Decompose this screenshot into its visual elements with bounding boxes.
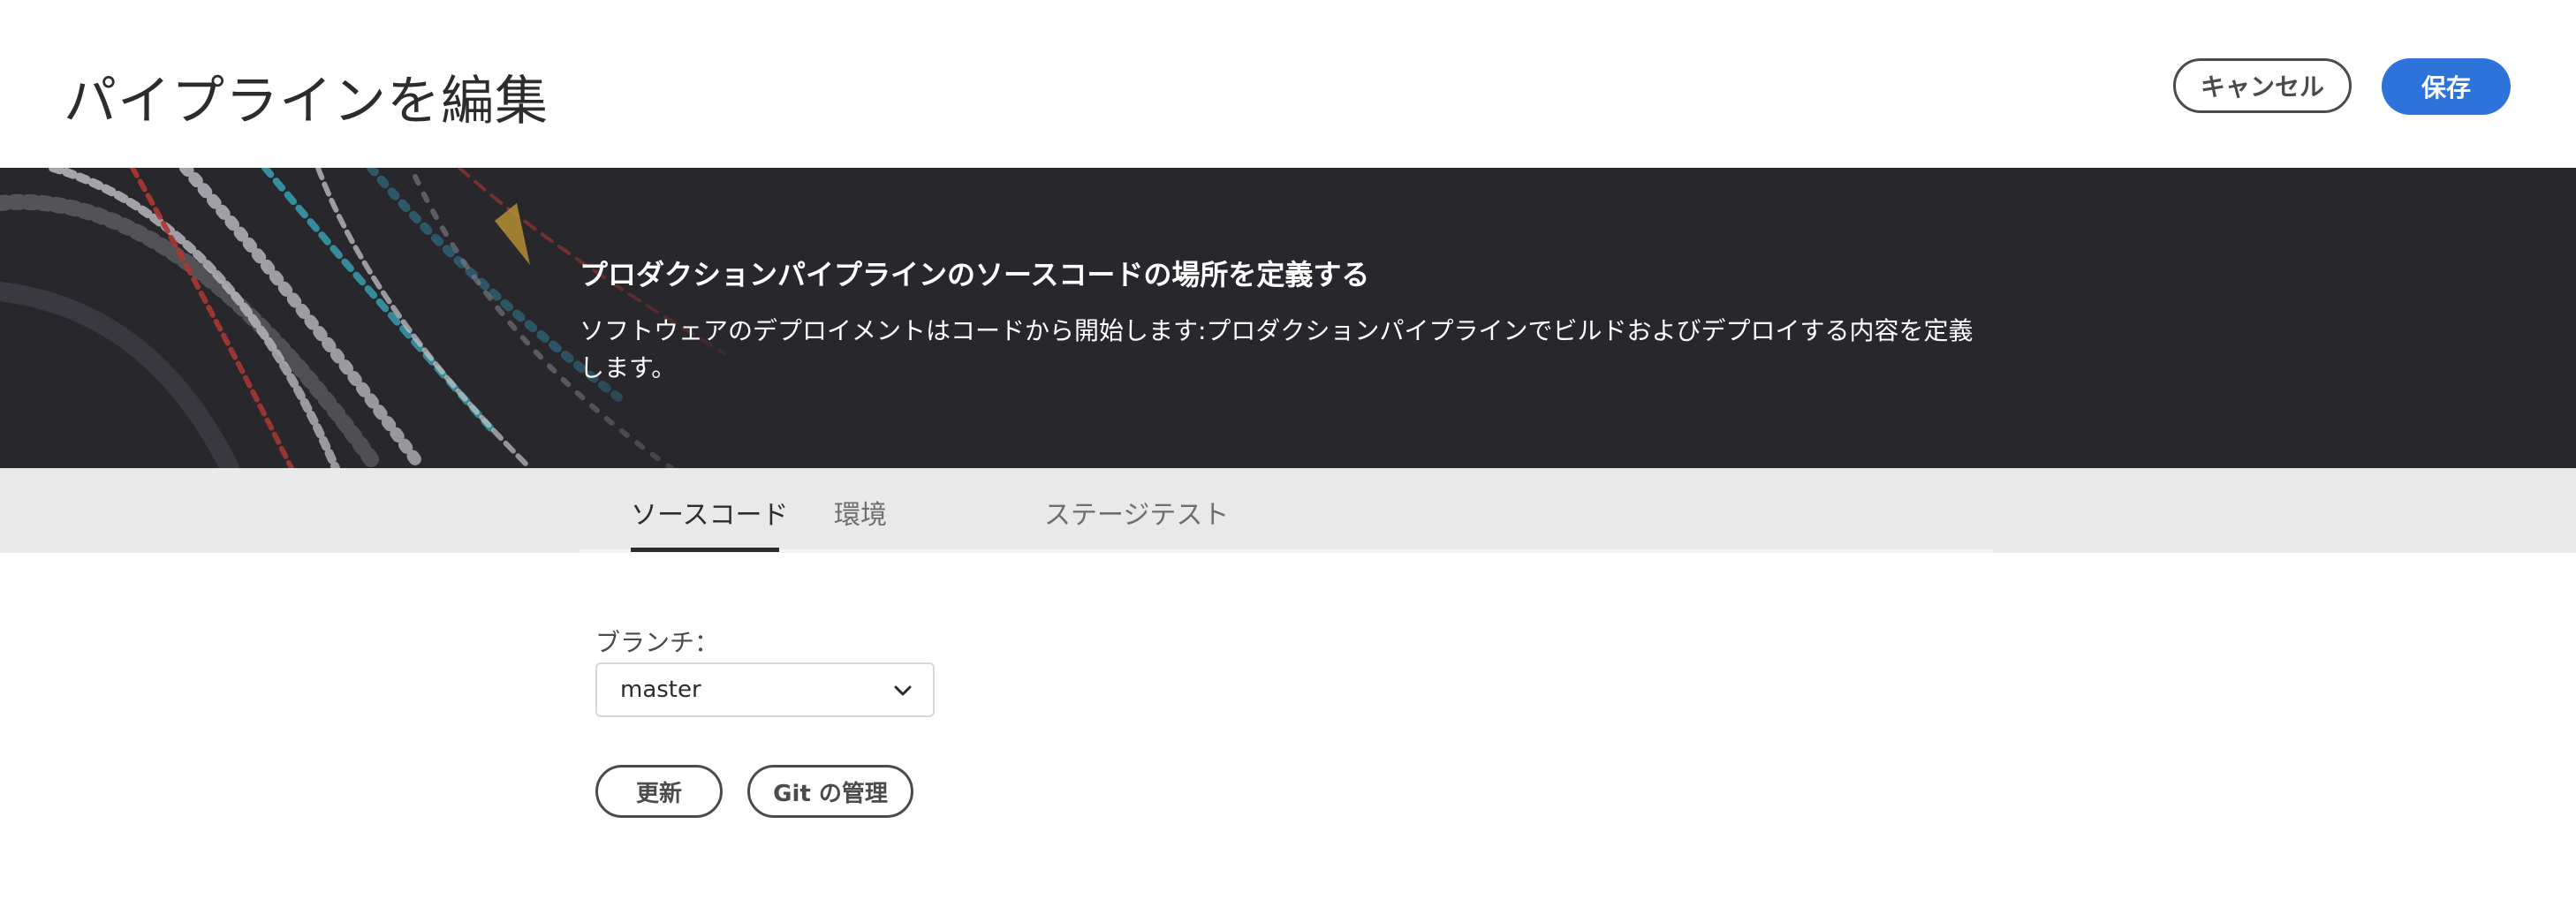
tab-environment[interactable]: 環境 <box>834 493 887 532</box>
tab-stage-test[interactable]: ステージテスト <box>1044 493 1229 532</box>
branch-select-value: master <box>620 677 701 703</box>
manage-git-button[interactable]: Git の管理 <box>747 765 913 818</box>
tab-bar: ソースコード 環境 ステージテスト <box>0 468 2576 553</box>
hero-title: プロダクションパイプラインのソースコードの場所を定義する <box>580 258 1370 291</box>
chevron-down-icon <box>894 685 912 696</box>
hero-description: ソフトウェアのデプロイメントはコードから開始します:プロダクションパイプラインで… <box>580 316 1974 382</box>
branch-select[interactable]: master <box>595 662 935 717</box>
cancel-button[interactable]: キャンセル <box>2173 58 2352 113</box>
page-header: パイプラインを編集 キャンセル 保存 <box>0 0 2576 168</box>
tab-bar-divider <box>580 549 1993 553</box>
save-button[interactable]: 保存 <box>2382 58 2511 115</box>
tab-source-code[interactable]: ソースコード <box>631 493 789 532</box>
active-tab-indicator <box>631 548 779 552</box>
refresh-button[interactable]: 更新 <box>595 765 723 818</box>
edit-pipeline-page: パイプラインを編集 キャンセル 保存 プロダクションパイプラインのソースコードの… <box>0 0 2576 915</box>
branch-label: ブランチ： <box>595 628 720 657</box>
hero-banner: プロダクションパイプラインのソースコードの場所を定義する ソフトウェアのデプロイ… <box>0 168 2576 468</box>
page-title: パイプラインを編集 <box>64 71 549 132</box>
